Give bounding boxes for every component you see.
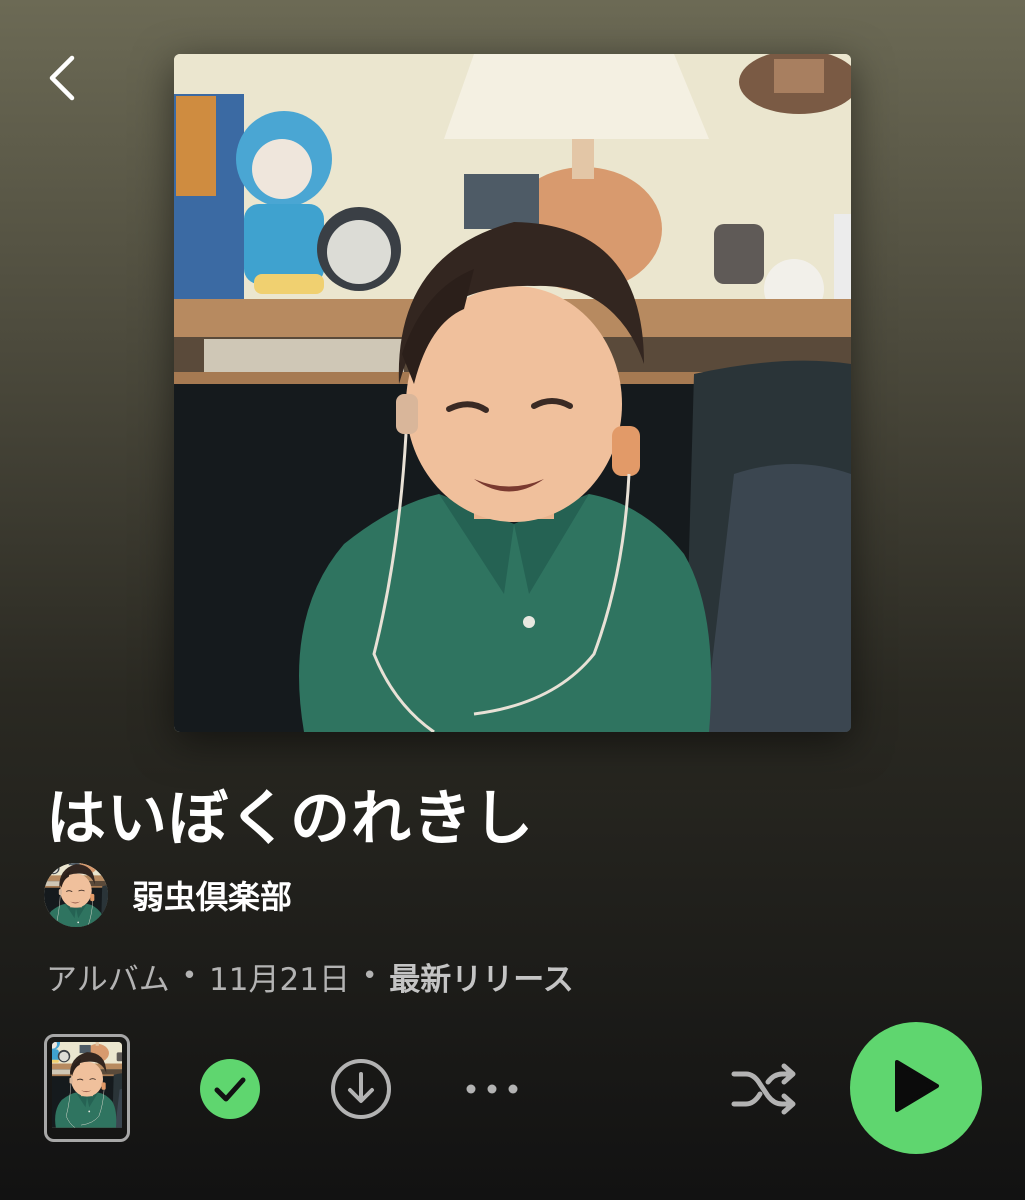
- album-meta: アルバム • 11月21日 • 最新リリース: [46, 952, 574, 1000]
- more-options-button[interactable]: [462, 1064, 522, 1114]
- release-date: 11月21日: [209, 961, 350, 998]
- saved-button[interactable]: [199, 1058, 261, 1120]
- back-button[interactable]: [36, 50, 92, 106]
- download-button[interactable]: [329, 1057, 393, 1121]
- checkmark-circle-icon: [199, 1059, 261, 1124]
- play-button[interactable]: [850, 1022, 982, 1154]
- meta-separator: •: [181, 961, 198, 991]
- canvas-preview-image: [52, 1042, 122, 1134]
- download-circle-icon: [329, 1059, 393, 1125]
- shuffle-button[interactable]: [728, 1058, 800, 1120]
- artist-avatar: [44, 863, 108, 927]
- artist-name: 弱虫倶楽部: [132, 878, 293, 916]
- artist-link[interactable]: 弱虫倶楽部: [44, 862, 292, 928]
- release-tag: 最新リリース: [389, 961, 574, 998]
- play-icon: [891, 1059, 941, 1117]
- meta-separator: •: [361, 961, 378, 991]
- shuffle-icon: [728, 1063, 800, 1124]
- chevron-left-icon: [36, 55, 92, 110]
- album-type: アルバム: [46, 961, 170, 998]
- more-horizontal-icon: [462, 1084, 522, 1118]
- album-title: はいぼくのれきし: [46, 784, 534, 854]
- album-cover-image: [174, 54, 851, 732]
- cover-preview-button[interactable]: [44, 1034, 130, 1142]
